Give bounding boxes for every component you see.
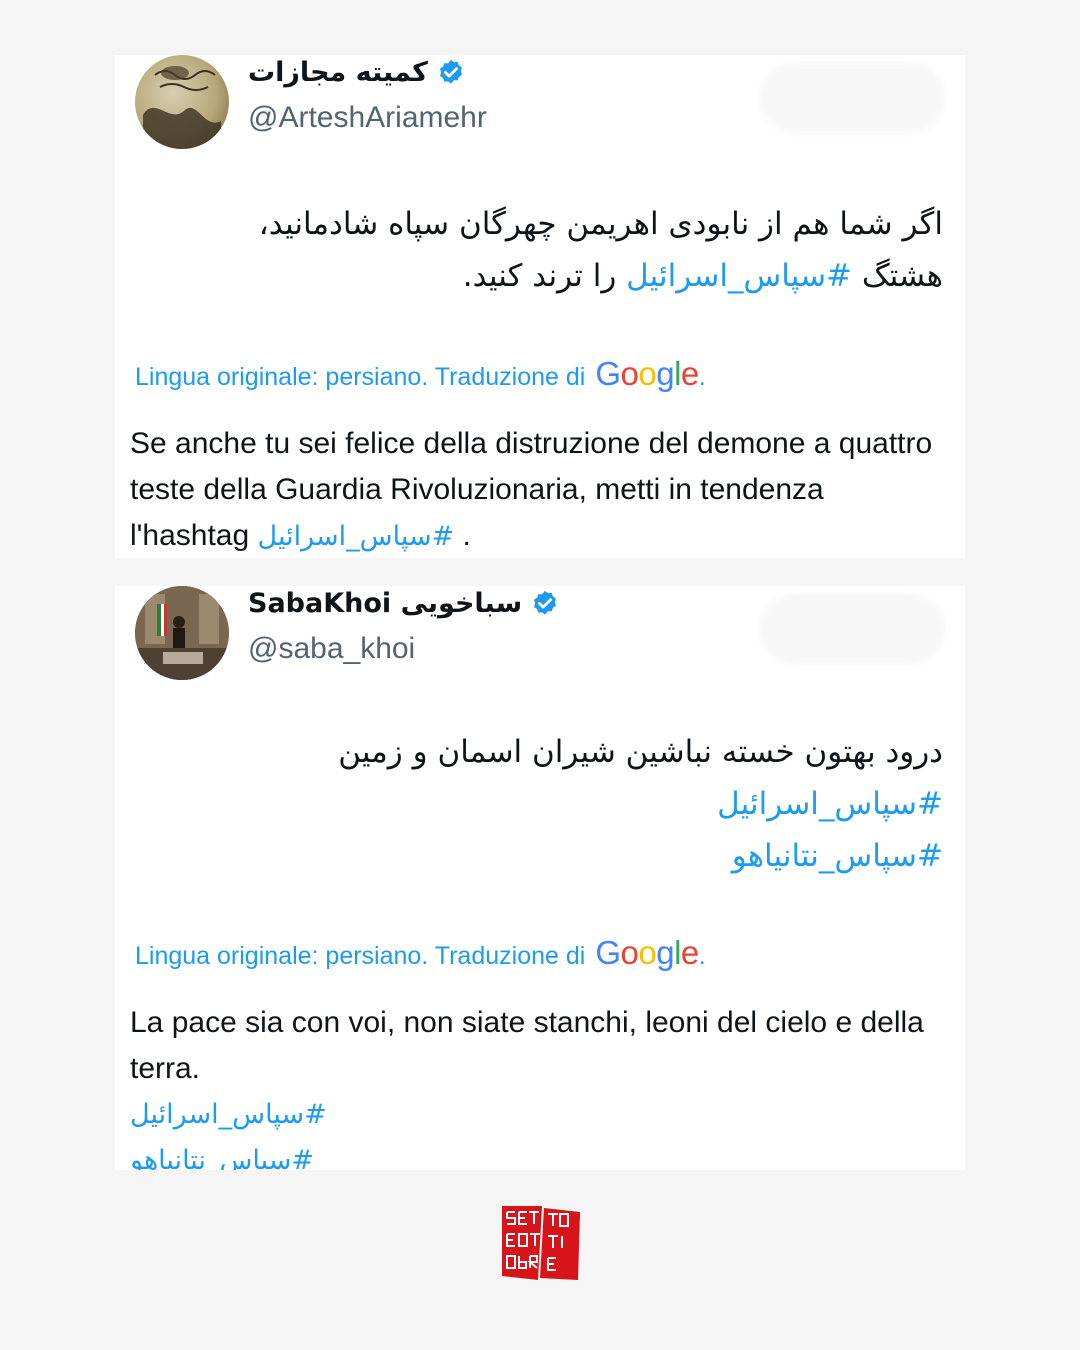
- avatar[interactable]: [135, 586, 229, 680]
- translation-note-dot: .: [698, 942, 706, 970]
- hashtag-link[interactable]: #سپاس_اسرائیل: [626, 258, 852, 294]
- avatar-image: [143, 66, 221, 149]
- author-handle[interactable]: @saba_khoi: [248, 632, 415, 666]
- tweet-original-text: درود بهتون خسته نباشین شیران اسمان و زمی…: [143, 726, 943, 882]
- author-name-row: SabaKhoi سباخویی: [248, 588, 560, 619]
- translation-text: Se anche tu sei felice della distruzione…: [130, 427, 933, 552]
- hashtag-link[interactable]: #سپاس_اسرائیل: [130, 1092, 945, 1138]
- google-logo-icon: Google: [595, 934, 699, 971]
- display-name[interactable]: SabaKhoi سباخویی: [248, 588, 522, 619]
- follow-button-blurred: [760, 594, 945, 664]
- tweet-translation: Se anche tu sei felice della distruzione…: [130, 421, 945, 558]
- verified-badge-icon: [439, 59, 462, 84]
- verified-badge-icon: [534, 590, 557, 615]
- author-handle[interactable]: @ArteshAriamehr: [248, 101, 487, 135]
- author-name-row: کمیته مجازات: [248, 57, 466, 88]
- original-line: اگر شما هم از نابودی اهریمن چهرگان سپاه …: [258, 206, 943, 242]
- translation-attribution[interactable]: Lingua originale: persiano. Traduzione d…: [135, 934, 706, 972]
- hashtag-link[interactable]: #سپاس_نتانیاهو: [143, 830, 943, 882]
- display-name[interactable]: کمیته مجازات: [248, 57, 428, 88]
- google-logo-icon: Google: [595, 355, 699, 392]
- sette-ottobre-logo: [502, 1206, 580, 1280]
- original-text-segment: را ترند کنید.: [462, 258, 627, 294]
- follow-button-blurred: [760, 63, 945, 133]
- translation-note: Lingua originale: persiano. Traduzione d…: [135, 363, 586, 391]
- tweet-card: SabaKhoi سباخویی @saba_khoi درود بهتون خ…: [115, 586, 965, 1170]
- translation-end: .: [454, 519, 471, 552]
- translation-text: La pace sia con voi, non siate stanchi, …: [130, 1006, 924, 1085]
- tweet-translation: La pace sia con voi, non siate stanchi, …: [130, 1000, 945, 1170]
- tweet-original-text: اگر شما هم از نابودی اهریمن چهرگان سپاه …: [143, 198, 943, 302]
- hashtag-link[interactable]: #سپاس_اسرائیل: [143, 778, 943, 830]
- original-text-segment: هشتگ: [852, 258, 943, 294]
- tweet-card: کمیته مجازات @ArteshAriamehr اگر شما هم …: [115, 55, 965, 558]
- original-line: درود بهتون خسته نباشین شیران اسمان و زمی…: [338, 734, 943, 770]
- translation-attribution[interactable]: Lingua originale: persiano. Traduzione d…: [135, 355, 706, 393]
- translation-note: Lingua originale: persiano. Traduzione d…: [135, 942, 586, 970]
- hashtag-link[interactable]: #سپاس_نتانیاهو: [130, 1138, 945, 1170]
- avatar[interactable]: [135, 55, 229, 149]
- original-line: هشتگ #سپاس_اسرائیل را ترند کنید.: [143, 250, 943, 302]
- avatar-image: [135, 586, 229, 680]
- hashtag-link[interactable]: #سپاس_اسرائیل: [258, 521, 455, 552]
- translation-note-dot: .: [698, 363, 706, 391]
